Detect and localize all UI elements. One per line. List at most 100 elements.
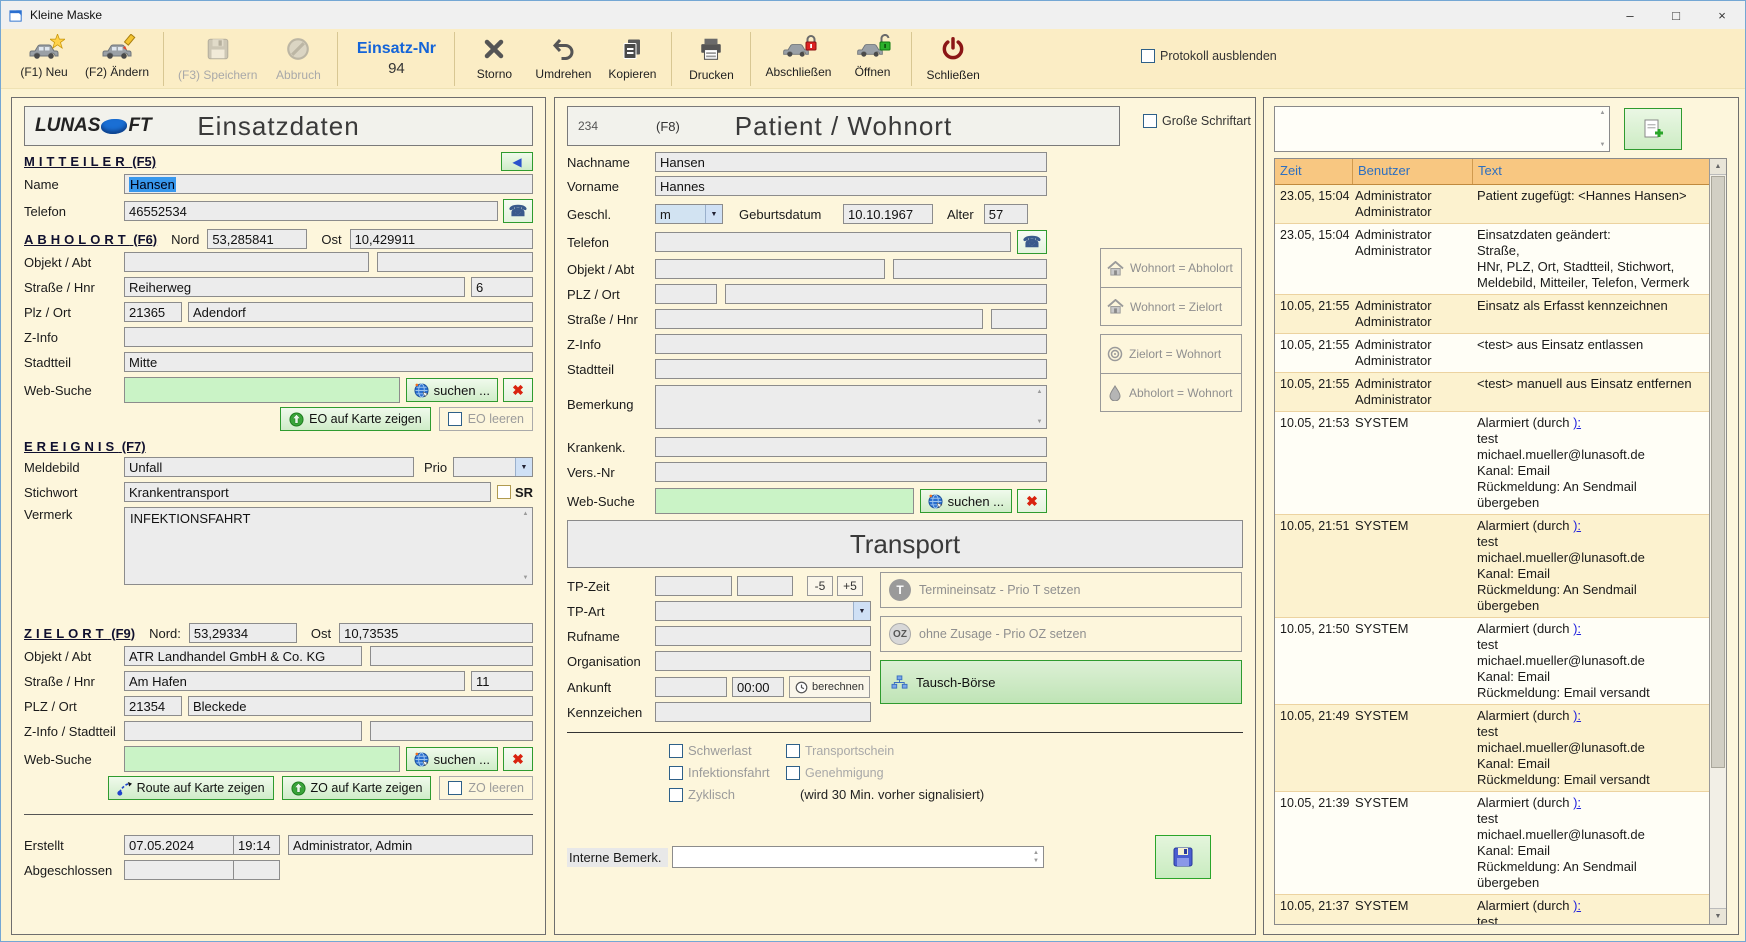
minus5-button[interactable]: -5 — [807, 576, 833, 596]
log-row[interactable]: 10.05, 21:50SYSTEMAlarmiert (durch ):tes… — [1275, 617, 1709, 704]
zielort-zinfo-input[interactable] — [124, 721, 362, 741]
toolbar-drucken-button[interactable]: Drucken — [678, 29, 744, 88]
zielort-hnr-input[interactable]: 11 — [471, 671, 533, 691]
patient-objekt-input[interactable] — [655, 259, 885, 279]
eo-auf-karte-button[interactable]: EO auf Karte zeigen — [280, 407, 431, 431]
kennzeichen-input[interactable] — [655, 702, 871, 722]
zielort-plz-input[interactable]: 21354 — [124, 696, 182, 716]
infektionsfahrt-checkbox[interactable]: Infektionsfahrt — [669, 765, 786, 780]
zielort-ort-input[interactable]: Bleckede — [188, 696, 533, 716]
toolbar-abbruch-button[interactable]: Abbruch — [265, 29, 331, 88]
abholort-suchen-button[interactable]: suchen ... — [406, 378, 498, 402]
zielort-ost-input[interactable]: 10,73535 — [339, 623, 533, 643]
patient-phone-dial-button[interactable]: ☎ — [1017, 230, 1047, 254]
zielort-gleich-wohnort-button[interactable]: Zielort = Wohnort — [1101, 335, 1241, 373]
genehmigung-checkbox[interactable]: Genehmigung — [786, 766, 884, 780]
zo-auf-karte-button[interactable]: ZO auf Karte zeigen — [282, 776, 432, 800]
add-note-button[interactable] — [1624, 108, 1682, 150]
close-button[interactable]: × — [1699, 1, 1745, 29]
vorname-input[interactable]: Hannes — [655, 176, 1047, 196]
scroll-arrows[interactable]: ▲▼ — [520, 509, 531, 583]
nachname-input[interactable]: Hansen — [655, 152, 1047, 172]
zielort-suchen-button[interactable]: suchen ... — [406, 747, 498, 771]
mitteiler-collapse-button[interactable]: ◀ — [501, 152, 533, 171]
meldebild-input[interactable]: Unfall — [124, 457, 414, 477]
sr-checkbox[interactable]: SR — [497, 485, 533, 500]
log-row[interactable]: 10.05, 21:55AdministratorAdministrator<t… — [1275, 372, 1709, 411]
abholort-abt-input[interactable] — [377, 252, 533, 272]
abholort-nord-input[interactable]: 53,285841 — [207, 229, 307, 249]
termineinsatz-button[interactable]: T Termineinsatz - Prio T setzen — [880, 572, 1242, 608]
toolbar-schliessen-button[interactable]: Schließen — [918, 29, 987, 88]
patient-abt-input[interactable] — [893, 259, 1047, 279]
zielort-websuche-clear-button[interactable]: ✖ — [503, 747, 533, 771]
protokoll-ausblenden-checkbox[interactable]: Protokoll ausblenden — [1141, 49, 1277, 63]
abholort-zinfo-input[interactable] — [124, 327, 533, 347]
ohne-zusage-button[interactable]: OZ ohne Zusage - Prio OZ setzen — [880, 616, 1242, 652]
patient-stadtteil-input[interactable] — [655, 359, 1047, 379]
wohnort-gleich-zielort-button[interactable]: Wohnort = Zielort — [1101, 287, 1241, 325]
mitteiler-telefon-input[interactable]: 46552534 — [124, 201, 498, 221]
prio-dropdown[interactable]: ▼ — [453, 457, 533, 477]
tpart-dropdown[interactable]: ▼ — [655, 601, 871, 621]
zielort-abt-input[interactable] — [370, 646, 533, 666]
log-entry-link[interactable]: ): — [1573, 795, 1581, 810]
zielort-nord-input[interactable]: 53,29334 — [189, 623, 297, 643]
grosse-schriftart-checkbox[interactable]: Große Schriftart — [1143, 114, 1251, 128]
zielort-stadtteil-input[interactable] — [370, 721, 533, 741]
bemerkung-textarea[interactable]: ▲▼ — [655, 385, 1047, 429]
log-scrollbar[interactable]: ▲ ▼ — [1709, 159, 1726, 924]
scroll-arrows[interactable]: ▲▼ — [1034, 387, 1045, 427]
patient-websuche-clear-button[interactable]: ✖ — [1017, 489, 1047, 513]
plus5-button[interactable]: +5 — [837, 576, 863, 596]
geburtsdatum-input[interactable]: 10.10.1967 — [843, 204, 933, 224]
tpzeit-datum-input[interactable] — [655, 576, 732, 596]
abholort-strasse-input[interactable]: Reiherweg — [124, 277, 465, 297]
abholort-objekt-input[interactable] — [124, 252, 369, 272]
scroll-down-arrow[interactable]: ▼ — [1710, 908, 1726, 924]
patient-plz-input[interactable] — [655, 284, 717, 304]
ankunft-datum-input[interactable] — [655, 677, 727, 697]
route-auf-karte-button[interactable]: Route auf Karte zeigen — [108, 776, 274, 800]
abholort-gleich-wohnort-button[interactable]: Abholort = Wohnort — [1101, 373, 1241, 411]
abholort-websuche-input[interactable] — [124, 377, 400, 403]
wohnort-gleich-abholort-button[interactable]: Wohnort = Abholort — [1101, 249, 1241, 287]
log-entry-link[interactable]: ): — [1573, 621, 1581, 636]
schwerlast-checkbox[interactable]: Schwerlast — [669, 743, 786, 758]
toolbar-abschliessen-button[interactable]: Abschließen — [757, 29, 839, 88]
toolbar-umdrehen-button[interactable]: Umdrehen — [527, 29, 599, 88]
scroll-thumb[interactable] — [1711, 176, 1725, 768]
rufname-input[interactable] — [655, 626, 871, 646]
abholort-plz-input[interactable]: 21365 — [124, 302, 182, 322]
toolbar-kopieren-button[interactable]: Kopieren — [599, 29, 665, 88]
column-header-benutzer[interactable]: Benutzer — [1353, 159, 1473, 184]
toolbar-speichern-button[interactable]: (F3) Speichern — [170, 29, 265, 88]
tpzeit-zeit-input[interactable] — [737, 576, 793, 596]
stichwort-input[interactable]: Krankentransport — [124, 482, 491, 502]
log-row[interactable]: 10.05, 21:55AdministratorAdministrator<t… — [1275, 333, 1709, 372]
krankenkasse-input[interactable] — [655, 437, 1047, 457]
abholort-websuche-clear-button[interactable]: ✖ — [503, 378, 533, 402]
column-header-text[interactable]: Text — [1473, 159, 1709, 184]
abholort-ort-input[interactable]: Adendorf — [188, 302, 533, 322]
log-row[interactable]: 10.05, 21:53SYSTEMAlarmiert (durch ):tes… — [1275, 411, 1709, 514]
abholort-hnr-input[interactable]: 6 — [471, 277, 533, 297]
phone-dial-button[interactable]: ☎ — [503, 199, 533, 223]
patient-hnr-input[interactable] — [991, 309, 1047, 329]
patient-telefon-input[interactable] — [655, 232, 1011, 252]
geschlecht-dropdown[interactable]: m▼ — [655, 204, 723, 224]
log-entry-link[interactable]: ): — [1573, 708, 1581, 723]
log-row[interactable]: 10.05, 21:49SYSTEMAlarmiert (durch ):tes… — [1275, 704, 1709, 791]
log-row[interactable]: 10.05, 21:51SYSTEMAlarmiert (durch ):tes… — [1275, 514, 1709, 617]
tausch-boerse-button[interactable]: Tausch-Börse — [880, 660, 1242, 704]
log-entry-link[interactable]: ): — [1573, 898, 1581, 913]
toolbar-oeffnen-button[interactable]: Öffnen — [839, 29, 905, 88]
patient-ort-input[interactable] — [725, 284, 1047, 304]
zielort-websuche-input[interactable] — [124, 746, 400, 772]
log-entry-link[interactable]: ): — [1573, 518, 1581, 533]
toolbar-neu-button[interactable]: (F1) Neu — [11, 29, 77, 88]
log-row[interactable]: 10.05, 21:37SYSTEMAlarmiert (durch ):tes… — [1275, 894, 1709, 924]
patient-suchen-button[interactable]: suchen ... — [920, 489, 1012, 513]
scroll-up-arrow[interactable]: ▲ — [1710, 159, 1726, 175]
ankunft-zeit-input[interactable]: 00:00 — [732, 677, 784, 697]
